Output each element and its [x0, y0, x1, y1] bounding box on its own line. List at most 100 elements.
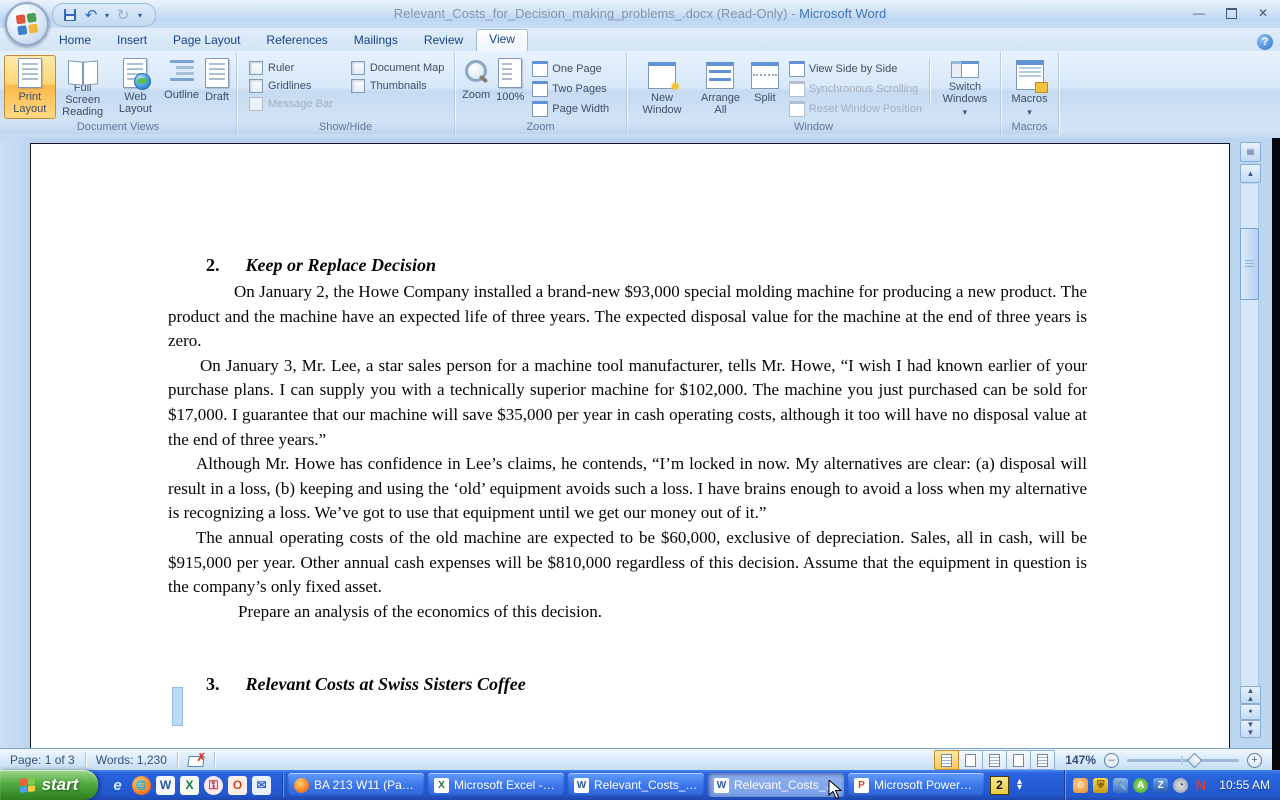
web-layout-button[interactable]: Web Layout — [110, 55, 161, 119]
group-document-views: Print Layout Full Screen Reading Web Lay… — [0, 52, 237, 135]
zoom-in-button[interactable]: + — [1247, 753, 1262, 768]
zoom-level[interactable]: 147% — [1065, 753, 1096, 767]
scroll-up-button[interactable]: ▲ — [1240, 164, 1261, 183]
help-button[interactable]: ? — [1257, 34, 1273, 50]
outline-icon — [170, 58, 194, 86]
ruler-label: Ruler — [268, 62, 294, 74]
word-count[interactable]: Words: 1,230 — [86, 749, 177, 771]
task-button-firefox[interactable]: BA 213 W11 (Pasc... — [288, 773, 424, 797]
task-button-powerpoint[interactable]: P Microsoft PowerPo... — [848, 773, 984, 797]
minimize-button[interactable]: — — [1188, 4, 1210, 22]
keyboard-layout-badge[interactable]: 2 — [990, 776, 1009, 795]
taskbar-clock[interactable]: 10:55 AM — [1219, 778, 1270, 792]
office-button[interactable] — [5, 2, 49, 46]
macros-button[interactable]: Macros — [1008, 55, 1050, 119]
arrange-all-icon — [706, 62, 734, 89]
ruler-checkbox[interactable]: Ruler — [249, 59, 333, 77]
zoom-button[interactable]: Zoom — [459, 55, 493, 119]
macros-label: Macros — [1011, 93, 1047, 105]
tray-shield-icon[interactable]: ⛨ — [1093, 778, 1108, 793]
task-button-excel[interactable]: X Microsoft Excel - r... — [428, 773, 564, 797]
restore-button[interactable] — [1220, 4, 1242, 22]
task-button-word-1[interactable]: W Relevant_Costs_f... — [568, 773, 704, 797]
thumbnails-checkbox[interactable]: Thumbnails — [351, 77, 445, 95]
new-window-button[interactable]: ✹ New Window — [631, 55, 693, 119]
word-quicklaunch-icon[interactable]: W — [156, 776, 175, 795]
tray-user-icon[interactable]: ☺ — [1073, 778, 1088, 793]
tab-references[interactable]: References — [253, 30, 340, 51]
tab-page-layout[interactable]: Page Layout — [160, 30, 253, 51]
start-button[interactable]: start — [0, 770, 98, 800]
page-indicator[interactable]: Page: 1 of 3 — [0, 749, 85, 771]
synchronous-scrolling-button: Synchronous Scrolling — [786, 79, 925, 99]
tab-insert[interactable]: Insert — [104, 30, 160, 51]
view-side-by-side-button[interactable]: View Side by Side — [786, 59, 925, 79]
tab-review[interactable]: Review — [411, 30, 476, 51]
key-quicklaunch-icon[interactable]: ⚿ — [204, 776, 223, 795]
full-screen-reading-button[interactable]: Full Screen Reading — [56, 55, 110, 119]
document-page[interactable]: 2.Keep or Replace Decision On January 2,… — [30, 143, 1230, 748]
proofing-status-button[interactable] — [178, 749, 214, 771]
word-icon: W — [574, 778, 589, 793]
tray-tools-icon[interactable]: 🔧 — [1113, 778, 1128, 793]
page-width-icon — [532, 101, 548, 117]
task-label: Microsoft Excel - r... — [454, 778, 558, 792]
hidden-icons-chevron[interactable]: ▴▾ — [1017, 779, 1022, 791]
ruler-toggle-button[interactable]: ▤ — [1240, 142, 1261, 162]
zoom-label: Zoom — [462, 89, 490, 101]
scrollbar-thumb[interactable] — [1240, 228, 1259, 300]
outlook-quicklaunch-icon[interactable]: O — [228, 776, 247, 795]
paragraph: The annual operating costs of the old ma… — [168, 526, 1087, 600]
print-layout-button[interactable]: Print Layout — [4, 55, 56, 119]
firefox-quicklaunch-icon[interactable]: 🌐 — [132, 776, 151, 795]
full-screen-view-button[interactable] — [959, 750, 983, 770]
gridlines-checkbox[interactable]: Gridlines — [249, 77, 333, 95]
outline-label: Outline — [164, 89, 199, 101]
draft-button[interactable]: Draft — [202, 55, 232, 119]
view-shortcuts — [934, 750, 1055, 770]
split-button[interactable]: Split — [748, 55, 782, 119]
heading2-number: 2. — [206, 255, 220, 275]
ie-quicklaunch-icon[interactable]: e — [108, 776, 127, 795]
tab-view[interactable]: View — [476, 29, 528, 51]
zoom-100-button[interactable]: 100% — [493, 55, 527, 119]
page-width-button[interactable]: Page Width — [529, 99, 612, 119]
tray-z-app-icon[interactable]: Z — [1153, 778, 1168, 793]
draft-view-button[interactable] — [1031, 750, 1055, 770]
outline-button[interactable]: Outline — [161, 55, 202, 119]
select-browse-object-button[interactable]: ● — [1240, 704, 1261, 720]
two-pages-label: Two Pages — [552, 83, 606, 95]
gridlines-label: Gridlines — [268, 80, 311, 92]
system-tray: ☺ ⛨ 🔧 A Z ◔ N 10:55 AM — [1064, 770, 1280, 800]
split-icon — [751, 62, 779, 89]
excel-icon: X — [434, 778, 449, 793]
task-button-word-2-active[interactable]: W Relevant_Costs_f... — [708, 773, 844, 797]
synchronous-scrolling-icon — [789, 81, 805, 97]
previous-page-button[interactable]: ▲▲ — [1240, 686, 1261, 704]
taskbar: start e 🌐 W X ⚿ O ✉ BA 213 W11 (Pasc... … — [0, 770, 1280, 800]
page-width-label: Page Width — [552, 103, 609, 115]
one-page-button[interactable]: One Page — [529, 59, 612, 79]
switch-windows-button[interactable]: Switch Windows — [934, 55, 996, 119]
tab-mailings[interactable]: Mailings — [341, 30, 411, 51]
document-map-checkbox[interactable]: Document Map — [351, 59, 445, 77]
web-layout-view-icon — [989, 754, 1000, 767]
print-layout-icon — [18, 58, 42, 88]
tray-settings-icon[interactable]: ◔ — [1173, 778, 1188, 793]
arrange-all-button[interactable]: Arrange All — [693, 55, 748, 119]
tab-home[interactable]: Home — [46, 30, 104, 51]
zoom-slider-track[interactable] — [1127, 759, 1239, 762]
excel-quicklaunch-icon[interactable]: X — [180, 776, 199, 795]
web-layout-view-button[interactable] — [983, 750, 1007, 770]
message-bar-checkbox: Message Bar — [249, 95, 333, 113]
tray-netsupport-icon[interactable]: N — [1193, 778, 1208, 793]
tray-antivirus-icon[interactable]: A — [1133, 778, 1148, 793]
close-button[interactable]: ✕ — [1252, 4, 1274, 22]
outline-view-button[interactable] — [1007, 750, 1031, 770]
two-pages-button[interactable]: Two Pages — [529, 79, 612, 99]
zoom-slider-thumb[interactable] — [1187, 752, 1203, 768]
next-page-button[interactable]: ▼▼ — [1240, 720, 1261, 738]
zoom-out-button[interactable]: – — [1104, 753, 1119, 768]
messenger-quicklaunch-icon[interactable]: ✉ — [252, 776, 271, 795]
print-layout-view-button[interactable] — [934, 750, 959, 770]
